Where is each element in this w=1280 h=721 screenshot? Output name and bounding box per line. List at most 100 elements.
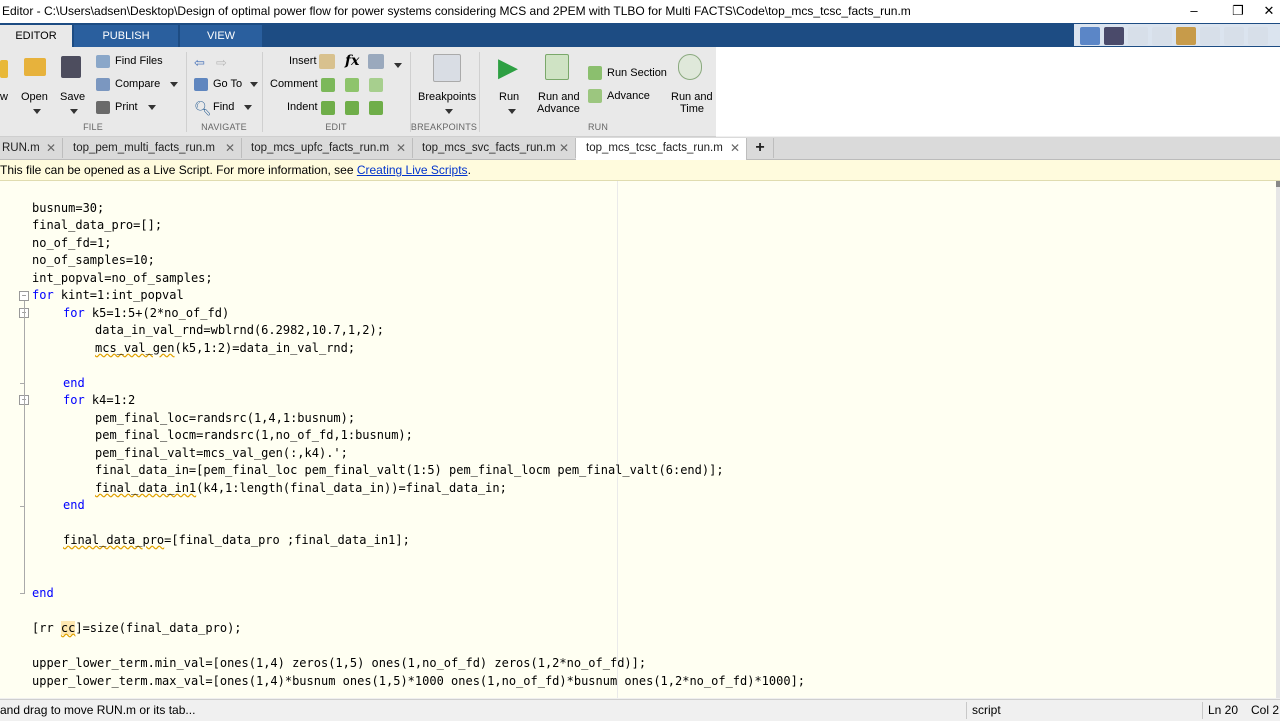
forward-arrow-icon[interactable]: ⇨: [216, 55, 227, 71]
file-tab-top-mcs-tcsc[interactable]: top_mcs_tcsc_facts_run.m ✕: [576, 138, 747, 160]
save-button[interactable]: Save: [60, 91, 85, 103]
insert-dropdown-icon[interactable]: [390, 58, 402, 72]
fold-toggle-icon[interactable]: −: [19, 291, 29, 301]
compare-icon[interactable]: [96, 78, 110, 91]
code-line: pem_final_loc=randsrc(1,4,1:busnum);: [95, 411, 356, 425]
switch-windows-icon[interactable]: [1248, 27, 1268, 45]
insert-section-icon[interactable]: [319, 54, 335, 69]
file-tab-label: top_mcs_tcsc_facts_run.m: [586, 142, 723, 154]
run-and-time-line1[interactable]: Run and: [671, 91, 713, 103]
code-text: final_data_pro: [63, 533, 165, 547]
run-section-icon[interactable]: [588, 66, 602, 80]
run-and-advance-line2[interactable]: Advance: [537, 103, 580, 115]
find-button[interactable]: Find: [213, 101, 253, 113]
code-line: for k5=1:5+(2*no_of_fd): [63, 305, 229, 322]
run-and-advance-line1[interactable]: Run and: [538, 91, 580, 103]
vertical-scrollbar[interactable]: [1276, 181, 1280, 698]
run-button[interactable]: Run: [499, 91, 519, 103]
redo-icon[interactable]: [1224, 27, 1244, 45]
find-magnifier-icon[interactable]: 🔍︎: [194, 100, 212, 117]
close-tab-icon[interactable]: ✕: [396, 138, 406, 158]
save-disk-icon[interactable]: [61, 56, 81, 78]
tab-view[interactable]: VIEW: [180, 25, 262, 47]
file-tab-label: top_mcs_upfc_facts_run.m: [251, 142, 390, 154]
advance-icon[interactable]: [588, 89, 602, 103]
info-suffix: .: [467, 163, 471, 177]
layout-icon[interactable]: [1080, 27, 1100, 45]
file-tab-label: top_pem_multi_facts_run.m: [73, 142, 215, 154]
find-files-icon[interactable]: [96, 55, 110, 68]
insert-button[interactable]: Insert: [289, 55, 317, 67]
file-tab-top-mcs-upfc[interactable]: top_mcs_upfc_facts_run.m ✕: [242, 138, 413, 158]
run-and-time-icon[interactable]: [678, 54, 702, 80]
keyword: end: [63, 498, 85, 512]
close-tab-icon[interactable]: ✕: [559, 138, 569, 158]
file-tab-top-pem-multi[interactable]: top_pem_multi_facts_run.m ✕: [63, 138, 242, 158]
code-line: end: [32, 585, 54, 602]
fx-insert-function-icon[interactable]: fx: [345, 53, 359, 69]
code-line: pem_final_valt=mcs_val_gen(:,k4).';: [95, 446, 348, 460]
save-icon[interactable]: [1104, 27, 1124, 45]
quick-access-toolbar: [1074, 24, 1280, 46]
smart-indent-icon[interactable]: [321, 101, 335, 115]
tab-publish[interactable]: PUBLISH: [74, 25, 178, 47]
decrease-indent-icon[interactable]: [369, 101, 383, 115]
run-play-icon[interactable]: ▶: [498, 52, 518, 83]
file-tab-run[interactable]: RUN.m ✕: [0, 138, 63, 158]
insert-function-icon[interactable]: [368, 54, 384, 69]
run-and-advance-icon[interactable]: [545, 54, 569, 80]
close-button[interactable]: ✕: [1246, 0, 1280, 23]
keyword: for: [32, 288, 54, 302]
indent-button[interactable]: Indent: [287, 101, 318, 113]
window-title: Editor - C:\Users\adsen\Desktop\Design o…: [2, 4, 911, 18]
goto-icon[interactable]: [194, 78, 208, 91]
advance-button[interactable]: Advance: [607, 90, 650, 102]
open-folder-icon[interactable]: [24, 58, 46, 76]
close-tab-icon[interactable]: ✕: [730, 138, 740, 158]
comment-button[interactable]: Comment: [270, 78, 318, 90]
goto-button[interactable]: Go To: [213, 78, 259, 90]
creating-live-scripts-link[interactable]: Creating Live Scripts: [357, 163, 468, 177]
code-line: final_data_pro=[];: [32, 218, 163, 232]
open-dropdown-icon[interactable]: [29, 104, 41, 118]
paste-icon[interactable]: [1176, 27, 1196, 45]
tab-editor[interactable]: EDITOR: [0, 25, 72, 47]
keyword: for: [63, 306, 85, 320]
close-tab-icon[interactable]: ✕: [225, 138, 235, 158]
print-button[interactable]: Print: [115, 101, 156, 113]
keyword: for: [63, 393, 85, 407]
copy-icon[interactable]: [1152, 27, 1172, 45]
keyword: end: [32, 586, 54, 600]
undo-icon[interactable]: [1200, 27, 1220, 45]
run-section-button[interactable]: Run Section: [607, 67, 667, 79]
code-text: k5=1:5+(2*no_of_fd): [84, 306, 230, 320]
run-and-time-line2[interactable]: Time: [680, 103, 704, 115]
wrap-comments-icon[interactable]: [369, 78, 383, 92]
minimize-button[interactable]: –: [1171, 0, 1217, 23]
file-tab-top-mcs-svc[interactable]: top_mcs_svc_facts_run.m ✕: [413, 138, 576, 158]
breakpoints-dropdown-icon[interactable]: [441, 104, 453, 118]
uncomment-icon[interactable]: [345, 78, 359, 92]
print-icon[interactable]: [96, 101, 110, 114]
save-dropdown-icon[interactable]: [66, 104, 78, 118]
title-bar: Editor - C:\Users\adsen\Desktop\Design o…: [0, 0, 1280, 23]
cut-icon[interactable]: [1128, 27, 1148, 45]
increase-indent-icon[interactable]: [345, 101, 359, 115]
compare-button[interactable]: Compare: [115, 78, 179, 90]
back-arrow-icon[interactable]: ⇦: [194, 55, 205, 71]
run-dropdown-icon[interactable]: [504, 104, 516, 118]
close-tab-icon[interactable]: ✕: [46, 138, 56, 158]
new-button[interactable]: w: [0, 91, 8, 103]
comment-percent-icon[interactable]: [321, 78, 335, 92]
find-files-button[interactable]: Find Files: [115, 55, 163, 67]
scrollbar-thumb[interactable]: [1276, 181, 1280, 187]
open-button[interactable]: Open: [21, 91, 48, 103]
code-line: data_in_val_rnd=wblrnd(6.2982,10.7,1,2);: [95, 323, 384, 337]
breakpoints-button[interactable]: Breakpoints: [418, 91, 476, 103]
code-text: k4=1:2: [84, 393, 136, 407]
code-line: final_data_in=[pem_final_loc pem_final_v…: [95, 463, 724, 477]
code-editor[interactable]: − − − busnum=30; final_data_pro=[]; no_o…: [0, 181, 1276, 698]
new-tab-button[interactable]: +: [747, 138, 774, 158]
new-icon[interactable]: [0, 60, 8, 78]
breakpoints-icon[interactable]: [433, 54, 461, 82]
